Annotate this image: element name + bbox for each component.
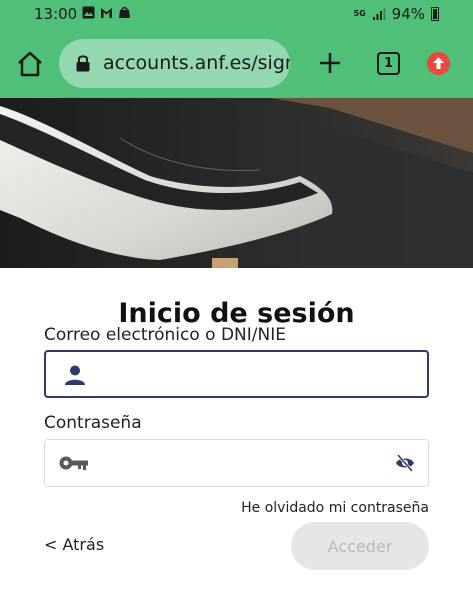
browser-toolbar: accounts.anf.es/sign 1 [0,30,473,98]
status-right: 5G 94% [354,5,439,23]
password-label: Contraseña [44,413,142,433]
back-link[interactable]: < Atrás [44,535,104,554]
update-arrow-icon[interactable] [427,52,450,75]
eye-off-icon[interactable] [395,454,415,472]
gallery-notification-icon [82,6,95,19]
email-input[interactable] [102,358,392,392]
user-icon [65,365,85,385]
battery-icon [431,7,439,21]
battery-percent: 94% [391,5,425,23]
status-time: 13:00 [34,5,78,23]
chair-photo [0,98,473,268]
url-text: accounts.anf.es/sign [103,52,290,74]
tab-switcher-button[interactable]: 1 [377,52,400,75]
shopping-bag-notification-icon [119,7,130,18]
password-input[interactable] [101,446,391,480]
notification-icons [82,6,131,19]
new-tab-icon[interactable] [317,50,343,76]
email-field[interactable] [44,350,429,398]
status-bar: 13:00 5G 94% [0,0,473,30]
address-bar[interactable]: accounts.anf.es/sign [59,39,290,88]
signal-icon [372,8,386,20]
gmail-notification-icon [101,8,112,18]
submit-button[interactable]: Acceder [291,522,429,570]
forgot-password-link[interactable]: He olvidado mi contraseña [241,500,429,516]
network-5g-icon: 5G [353,9,366,18]
email-label: Correo electrónico o DNI/NIE [44,325,286,345]
password-field[interactable] [44,439,429,487]
key-icon [59,456,88,470]
hero-image [0,98,473,268]
home-icon[interactable] [16,50,44,78]
lock-icon [76,55,90,72]
